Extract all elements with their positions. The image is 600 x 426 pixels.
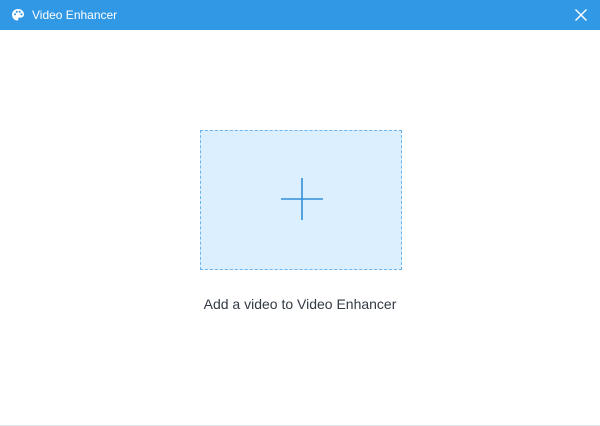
palette-icon [11, 8, 25, 22]
video-enhancer-window: Video Enhancer Add a video to Video Enha… [0, 0, 600, 426]
plus-icon [281, 178, 323, 220]
add-video-drop-zone[interactable] [200, 130, 402, 270]
close-button[interactable] [572, 6, 590, 24]
add-video-hint: Add a video to Video Enhancer [203, 296, 397, 312]
title-bar: Video Enhancer [0, 0, 600, 30]
window-title: Video Enhancer [32, 8, 118, 22]
close-icon [575, 9, 587, 21]
